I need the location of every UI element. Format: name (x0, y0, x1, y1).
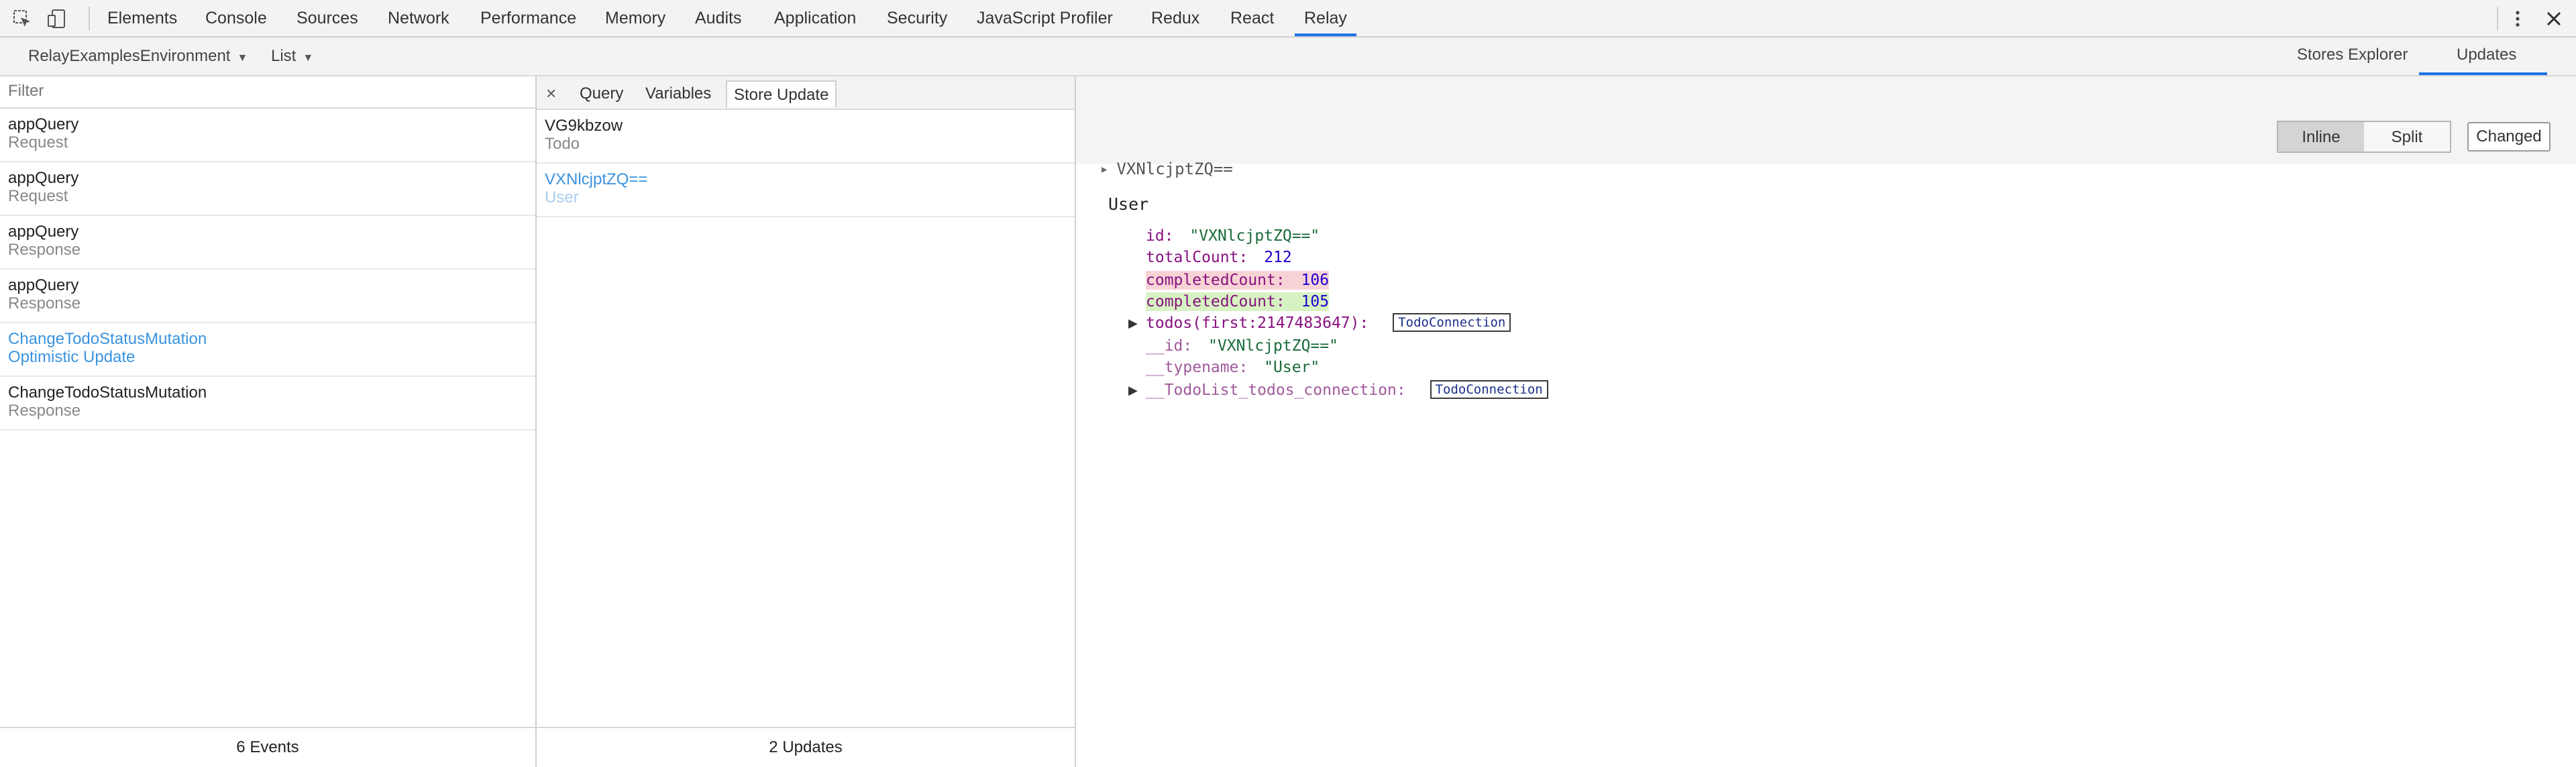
event-row[interactable]: appQuery Request (0, 162, 535, 216)
record-row-selected[interactable]: VXNlcjptZQ== User (537, 164, 1075, 217)
field-total-count: totalCount: 212 (1146, 248, 1292, 267)
close-icon[interactable] (2542, 8, 2565, 30)
view-mode-select[interactable]: List ▼ (271, 38, 313, 75)
event-name: appQuery (8, 115, 79, 133)
field-value: "VXNlcjptZQ==" (1208, 337, 1338, 355)
tab-memory[interactable]: Memory (605, 0, 665, 36)
field-key: __typename: (1146, 359, 1248, 376)
close-icon[interactable]: × (546, 83, 556, 103)
field-value: 105 (1301, 293, 1330, 310)
type-badge[interactable]: TodoConnection (1393, 312, 1511, 332)
caret-down-icon: ▼ (237, 52, 248, 64)
events-count: 6 Events (0, 727, 535, 767)
updates-panel: × Query Variables Store Update VG9kbzow … (537, 76, 1076, 767)
filter-input[interactable] (0, 76, 531, 106)
event-row[interactable]: ChangeTodoStatusMutation Response (0, 377, 535, 430)
devtools-tab-bar: Elements Console Sources Network Perform… (0, 0, 2576, 38)
tab-relay[interactable]: Relay (1295, 0, 1356, 36)
event-kind: Response (8, 294, 81, 312)
field-todolist-connection: __TodoList_todos_connection: TodoConnect… (1146, 379, 1548, 400)
detail-toolbar: Inline Split Changed (1076, 76, 2576, 164)
tab-store-update[interactable]: Store Update (726, 80, 837, 107)
split-toggle[interactable]: Split (2364, 121, 2451, 153)
type-badge[interactable]: TodoConnection (1430, 379, 1548, 399)
record-header-id: VXNlcjptZQ== (1116, 160, 1233, 178)
event-row[interactable]: appQuery Request (0, 109, 535, 162)
updates-count: 2 Updates (537, 727, 1075, 767)
tab-updates[interactable]: Updates (2418, 38, 2548, 75)
tab-network[interactable]: Network (388, 0, 449, 36)
tab-query[interactable]: Query (573, 80, 630, 107)
event-kind: Response (8, 402, 81, 420)
field-value: 106 (1301, 272, 1330, 289)
expand-triangle-icon[interactable]: ▶ (1102, 164, 1107, 175)
inspect-element-icon[interactable] (11, 8, 34, 30)
record-id: VG9kbzow (545, 117, 623, 135)
record-id: VXNlcjptZQ== (545, 170, 648, 188)
field-key: todos(first:2147483647): (1146, 314, 1369, 332)
record-detail-panel: Inline Split Changed ▶ VXNlcjptZQ== User … (1076, 76, 2576, 767)
event-kind: Optimistic Update (8, 348, 136, 366)
tab-security[interactable]: Security (887, 0, 947, 36)
kebab-menu-icon[interactable] (2506, 8, 2529, 30)
tab-application[interactable]: Application (774, 0, 856, 36)
environment-select-value: RelayExamplesEnvironment (28, 47, 231, 65)
event-name: ChangeTodoStatusMutation (8, 330, 207, 348)
caret-down-icon: ▼ (303, 52, 314, 64)
event-row-selected[interactable]: ChangeTodoStatusMutation Optimistic Upda… (0, 323, 535, 377)
event-row[interactable]: appQuery Response (0, 270, 535, 323)
field-todos: todos(first:2147483647): TodoConnection (1146, 312, 1511, 333)
record-typename: User (1108, 194, 1149, 214)
field-key: id: (1146, 227, 1174, 245)
field-key: completedCount: (1146, 272, 1285, 289)
expand-arrow-icon[interactable]: ▶ (1128, 384, 1138, 398)
field-key: __TodoList_todos_connection: (1146, 381, 1406, 399)
event-name: ChangeTodoStatusMutation (8, 384, 207, 402)
changed-filter-button[interactable]: Changed (2467, 122, 2551, 152)
field-key: completedCount: (1146, 293, 1285, 310)
field-typename: __typename: "User" (1146, 358, 1320, 377)
device-toolbar-icon[interactable] (46, 8, 68, 30)
tab-variables[interactable]: Variables (639, 80, 718, 107)
field-value: "User" (1264, 359, 1320, 376)
tab-console[interactable]: Console (205, 0, 267, 36)
event-kind: Request (8, 133, 68, 152)
record-row[interactable]: VG9kbzow Todo (537, 110, 1075, 164)
event-name: appQuery (8, 276, 79, 294)
field-completed-count-added: completedCount: 105 (1146, 292, 1330, 311)
environment-select[interactable]: RelayExamplesEnvironment ▼ (28, 38, 248, 75)
tab-stores-explorer[interactable]: Stores Explorer (2297, 38, 2408, 75)
tab-elements[interactable]: Elements (107, 0, 177, 36)
event-kind: Request (8, 187, 68, 205)
events-panel: appQuery Request appQuery Request appQue… (0, 76, 537, 767)
expand-arrow-icon[interactable]: ▶ (1128, 316, 1138, 331)
tab-sources[interactable]: Sources (297, 0, 358, 36)
tab-redux[interactable]: Redux (1151, 0, 1199, 36)
tab-audits[interactable]: Audits (695, 0, 741, 36)
tab-react[interactable]: React (1230, 0, 1274, 36)
event-name: appQuery (8, 223, 79, 241)
field-id: id: "VXNlcjptZQ==" (1146, 227, 1320, 245)
field-value: 212 (1264, 249, 1292, 266)
event-kind: Response (8, 241, 81, 259)
event-row[interactable]: appQuery Response (0, 216, 535, 270)
filter-bar (0, 76, 535, 109)
tab-performance[interactable]: Performance (480, 0, 576, 36)
field-key: __id: (1146, 337, 1193, 355)
record-type: Todo (545, 135, 580, 153)
view-mode-select-value: List (271, 47, 297, 65)
toolbar-divider (2497, 7, 2498, 31)
relay-toolbar: RelayExamplesEnvironment ▼ List ▼ Stores E… (0, 38, 2576, 76)
event-name: appQuery (8, 169, 79, 187)
record-header[interactable]: ▶ VXNlcjptZQ== (1102, 160, 1233, 178)
update-tabs: × Query Variables Store Update (537, 76, 1075, 110)
field-completed-count-removed: completedCount: 106 (1146, 271, 1330, 290)
toolbar-divider (89, 7, 90, 31)
inline-toggle[interactable]: Inline (2277, 121, 2365, 153)
field-key: totalCount: (1146, 249, 1248, 266)
field-internal-id: __id: "VXNlcjptZQ==" (1146, 337, 1338, 355)
tab-javascript-profiler[interactable]: JavaScript Profiler (977, 0, 1113, 36)
field-value: "VXNlcjptZQ==" (1189, 227, 1320, 245)
record-type: User (545, 188, 579, 206)
